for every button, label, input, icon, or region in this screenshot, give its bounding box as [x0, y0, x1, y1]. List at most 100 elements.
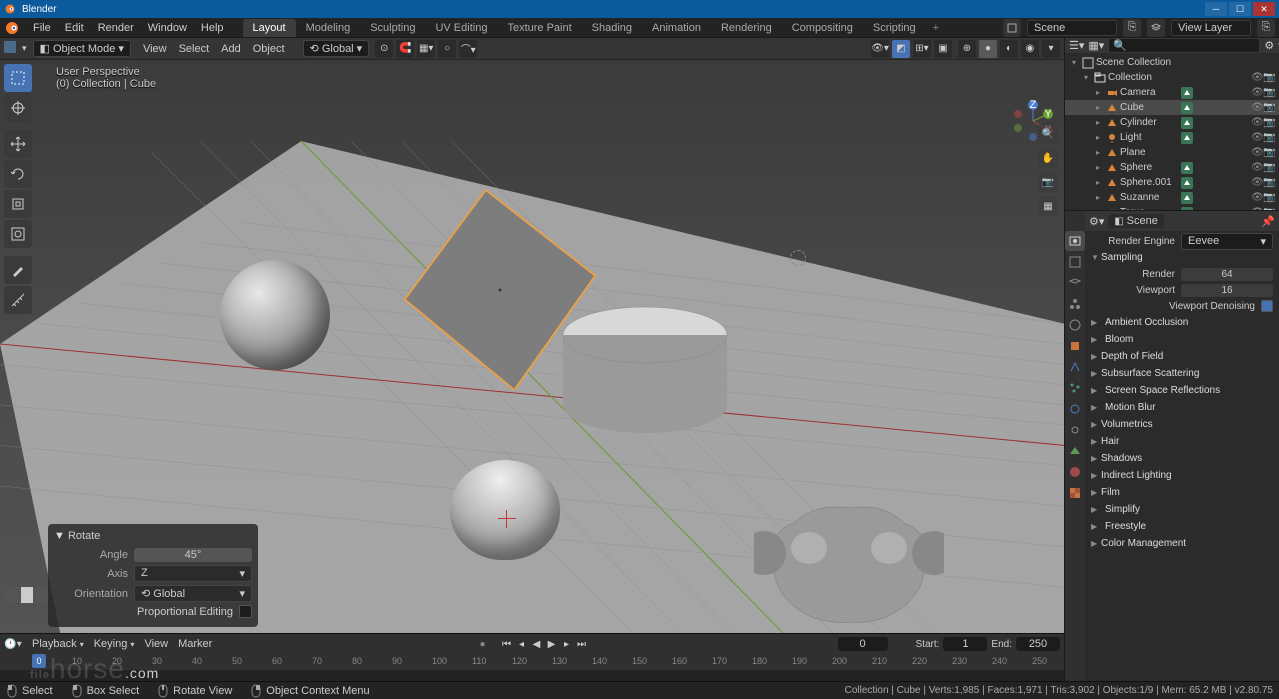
axis-select[interactable]: Z ▾ [134, 565, 252, 582]
object-sphere[interactable] [220, 260, 330, 370]
render-visibility-icon[interactable]: 📷 [1263, 162, 1275, 173]
section-ambient-occlusion[interactable]: Ambient Occlusion [1085, 314, 1279, 331]
section-indirect-lighting[interactable]: Indirect Lighting [1085, 467, 1279, 484]
overlay-toggle-icon[interactable]: ⊞▾ [913, 40, 931, 58]
operator-title[interactable]: ▼ Rotate [54, 530, 252, 542]
prop-tab-texture[interactable] [1065, 483, 1085, 503]
properties-context-label[interactable]: ◧ Scene [1108, 214, 1163, 228]
render-visibility-icon[interactable]: 📷 [1263, 132, 1275, 143]
section-volumetrics[interactable]: Volumetrics [1085, 416, 1279, 433]
shading-solid-icon[interactable]: ● [979, 40, 997, 58]
workspace-tab-rendering[interactable]: Rendering [711, 19, 782, 37]
timeline-menu-view[interactable]: View [139, 637, 173, 651]
outliner-editor-icon[interactable]: ☰▾ [1069, 39, 1084, 52]
workspace-tab-animation[interactable]: Animation [642, 19, 711, 37]
minimize-button[interactable]: ─ [1205, 2, 1227, 16]
outliner-row-suzanne[interactable]: ▸Suzanne👁📷 [1065, 190, 1279, 205]
strip-icon[interactable] [36, 587, 48, 603]
object-cylinder[interactable] [560, 305, 730, 445]
workspace-tab-sculpting[interactable]: Sculpting [360, 19, 425, 37]
outliner-row-sphere-001[interactable]: ▸Sphere.001👁📷 [1065, 175, 1279, 190]
outliner-row-scene collection[interactable]: ▾Scene Collection [1065, 55, 1279, 70]
start-frame-input[interactable]: 1 [943, 637, 987, 651]
strip-icon[interactable] [6, 587, 18, 603]
tool-cursor[interactable] [4, 94, 32, 122]
workspace-tab-uv-editing[interactable]: UV Editing [425, 19, 497, 37]
tool-measure[interactable] [4, 286, 32, 314]
section-screen-space-reflections[interactable]: Screen Space Reflections [1085, 382, 1279, 399]
transform-orientation[interactable]: ⟲ Global ▾ [303, 40, 370, 57]
outliner-filter-icon[interactable]: ⚙ [1264, 39, 1274, 52]
timeline-menu-playback[interactable]: Playback ▾ [27, 637, 89, 651]
workspace-tab-texture-paint[interactable]: Texture Paint [497, 19, 581, 37]
render-visibility-icon[interactable]: 📷 [1263, 192, 1275, 203]
keyframe-prev-icon[interactable]: ◂ [515, 637, 529, 651]
prop-tab-object[interactable] [1065, 336, 1085, 356]
workspace-tab-compositing[interactable]: Compositing [782, 19, 863, 37]
zoom-icon[interactable]: 🔍 [1038, 124, 1058, 144]
new-viewlayer-button[interactable]: ⎘ [1257, 19, 1275, 37]
outliner-row-plane[interactable]: ▸Plane👁📷 [1065, 145, 1279, 160]
prop-tab-modifier[interactable] [1065, 357, 1085, 377]
timeline-editor-icon[interactable]: 🕐▾ [4, 636, 22, 652]
tool-annotate[interactable] [4, 256, 32, 284]
workspace-tab-shading[interactable]: Shading [582, 19, 642, 37]
shading-rendered-icon[interactable]: ◉ [1021, 40, 1039, 58]
keyframe-next-icon[interactable]: ▸ [560, 637, 574, 651]
tool-move[interactable] [4, 130, 32, 158]
tool-transform[interactable] [4, 220, 32, 248]
menu-help[interactable]: Help [194, 20, 231, 36]
visibility-icon[interactable]: 👁 [1251, 147, 1263, 158]
editor-type-icon[interactable] [4, 41, 16, 56]
gizmo-toggle-icon[interactable]: ◩ [892, 40, 910, 58]
viewport-menu-object[interactable]: Object [247, 41, 291, 57]
xray-icon[interactable]: ▣ [934, 40, 952, 58]
menu-file[interactable]: File [26, 20, 58, 36]
outliner-row-sphere[interactable]: ▸Sphere👁📷 [1065, 160, 1279, 175]
section-motion-blur[interactable]: Motion Blur [1085, 399, 1279, 416]
section-simplify[interactable]: Simplify [1085, 501, 1279, 518]
workspace-tab-modeling[interactable]: Modeling [296, 19, 361, 37]
visibility-icon[interactable]: 👁 [1251, 102, 1263, 113]
outliner-display-icon[interactable]: ▦▾ [1088, 39, 1104, 52]
jump-end-icon[interactable]: ⏭ [575, 637, 589, 651]
prop-tab-viewlayer[interactable] [1065, 273, 1085, 293]
render-visibility-icon[interactable]: 📷 [1263, 87, 1275, 98]
visibility-icon[interactable]: 👁 [1251, 177, 1263, 188]
viewport-menu-select[interactable]: Select [173, 41, 216, 57]
prop-tab-render[interactable] [1065, 231, 1085, 251]
outliner-row-cylinder[interactable]: ▸Cylinder👁📷 [1065, 115, 1279, 130]
render-samples-input[interactable]: 64 [1181, 268, 1273, 281]
tool-rotate[interactable] [4, 160, 32, 188]
menu-window[interactable]: Window [141, 20, 194, 36]
tool-select-box[interactable] [4, 64, 32, 92]
prop-tab-constraint[interactable] [1065, 420, 1085, 440]
menu-edit[interactable]: Edit [58, 20, 91, 36]
pin-icon[interactable]: 📌 [1261, 215, 1275, 228]
workspace-tab-scripting[interactable]: Scripting [863, 19, 926, 37]
section-bloom[interactable]: Bloom [1085, 331, 1279, 348]
viewport-menu-add[interactable]: Add [215, 41, 247, 57]
render-visibility-icon[interactable]: 📷 [1263, 102, 1275, 113]
prop-tab-world[interactable] [1065, 315, 1085, 335]
visibility-icon[interactable]: 👁 [1251, 87, 1263, 98]
object-camera-icon[interactable] [790, 250, 806, 266]
workspace-tab-layout[interactable]: Layout [243, 19, 296, 37]
visibility-icon[interactable]: 👁 [1251, 117, 1263, 128]
visibility-icon[interactable]: 👁 [1251, 162, 1263, 173]
proportional-checkbox[interactable] [239, 605, 252, 618]
visibility-icon[interactable]: 👁 [1251, 192, 1263, 203]
outliner-search-input[interactable] [1108, 38, 1260, 53]
outliner-row-collection[interactable]: ▾Collection👁📷 [1065, 70, 1279, 85]
add-workspace-button[interactable]: + [926, 20, 946, 36]
play-reverse-icon[interactable]: ◀ [530, 637, 544, 651]
falloff-icon[interactable]: ⌒▾ [459, 40, 477, 58]
snap-icon[interactable]: 🧲 [396, 40, 414, 58]
shading-lookdev-icon[interactable]: ◐ [1000, 40, 1018, 58]
render-visibility-icon[interactable]: 📷 [1263, 177, 1275, 188]
section-subsurface-scattering[interactable]: Subsurface Scattering [1085, 365, 1279, 382]
render-engine-select[interactable]: Eevee ▾ [1181, 233, 1273, 250]
section-freestyle[interactable]: Freestyle [1085, 518, 1279, 535]
viewport-3d[interactable]: User Perspective (0) Collection | Cube Z… [0, 60, 1064, 633]
viewport-samples-input[interactable]: 16 [1181, 284, 1273, 297]
